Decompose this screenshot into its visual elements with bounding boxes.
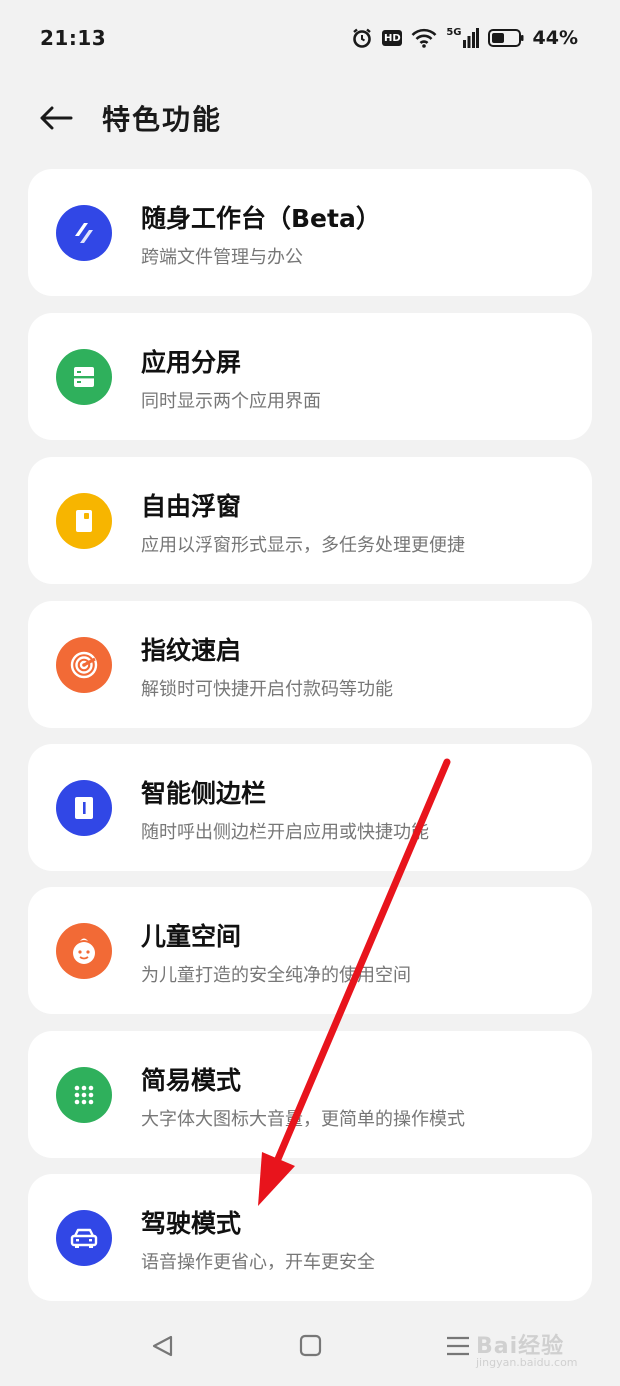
status-icons: HD 5G 44% (351, 27, 578, 49)
home-square-icon (299, 1334, 322, 1357)
feature-subtitle: 解锁时可快捷开启付款码等功能 (141, 679, 393, 700)
battery-icon (487, 28, 524, 48)
signal-icon: 5G (446, 27, 479, 48)
feature-card-workspace[interactable]: 随身工作台（Beta） 跨端文件管理与办公 (28, 169, 592, 296)
feature-card-fingerprint[interactable]: 指纹速启 解锁时可快捷开启付款码等功能 (28, 601, 592, 728)
feature-title: 指纹速启 (141, 636, 242, 665)
feature-subtitle: 跨端文件管理与办公 (141, 247, 303, 268)
back-button[interactable] (36, 100, 76, 136)
watermark-url: jingyan.baidu.com (476, 1356, 578, 1369)
simple-mode-icon (56, 1067, 112, 1123)
battery-percentage: 44% (532, 27, 578, 49)
feature-title: 智能侧边栏 (141, 779, 267, 808)
split-screen-icon (56, 349, 112, 405)
feature-title: 儿童空间 (141, 922, 242, 951)
feature-title: 自由浮窗 (141, 492, 242, 521)
feature-subtitle: 为儿童打造的安全纯净的使用空间 (141, 965, 411, 986)
nav-home-button[interactable] (296, 1331, 326, 1361)
kid-space-icon (56, 923, 112, 979)
fingerprint-icon (56, 637, 112, 693)
feature-subtitle: 应用以浮窗形式显示，多任务处理更便捷 (141, 535, 465, 556)
alarm-icon (351, 27, 373, 49)
feature-card-simple-mode[interactable]: 简易模式 大字体大图标大音量，更简单的操作模式 (28, 1031, 592, 1158)
back-triangle-icon (152, 1335, 173, 1357)
hd-badge: HD (382, 30, 403, 46)
feature-card-driving-mode[interactable]: 驾驶模式 语音操作更省心，开车更安全 (28, 1174, 592, 1301)
workspace-icon (56, 205, 112, 261)
page-header: 特色功能 (0, 86, 620, 150)
feature-subtitle: 随时呼出侧边栏开启应用或快捷功能 (141, 822, 429, 843)
feature-card-kid-space[interactable]: 儿童空间 为儿童打造的安全纯净的使用空间 (28, 887, 592, 1014)
feature-card-split-screen[interactable]: 应用分屏 同时显示两个应用界面 (28, 313, 592, 440)
wifi-icon (411, 28, 437, 48)
nav-back-button[interactable] (148, 1331, 178, 1361)
feature-card-smart-sidebar[interactable]: 智能侧边栏 随时呼出侧边栏开启应用或快捷功能 (28, 744, 592, 871)
feature-title: 随身工作台（Beta） (141, 204, 381, 233)
nav-menu-button[interactable] (443, 1331, 473, 1361)
page-title: 特色功能 (102, 103, 223, 136)
network-type: 5G (446, 27, 462, 38)
menu-lines-icon (447, 1336, 469, 1356)
status-bar: 21:13 HD 5G 44% (0, 0, 620, 76)
back-arrow-icon (40, 106, 73, 130)
feature-card-floating-window[interactable]: 自由浮窗 应用以浮窗形式显示，多任务处理更便捷 (28, 457, 592, 584)
car-icon (56, 1210, 112, 1266)
feature-title: 应用分屏 (141, 348, 242, 377)
status-time: 21:13 (40, 26, 107, 50)
feature-title: 简易模式 (141, 1066, 242, 1095)
feature-subtitle: 大字体大图标大音量，更简单的操作模式 (141, 1109, 465, 1130)
feature-subtitle: 同时显示两个应用界面 (141, 391, 321, 412)
floating-window-icon (56, 493, 112, 549)
sidebar-icon (56, 780, 112, 836)
feature-title: 驾驶模式 (141, 1209, 242, 1238)
feature-subtitle: 语音操作更省心，开车更安全 (141, 1252, 375, 1273)
